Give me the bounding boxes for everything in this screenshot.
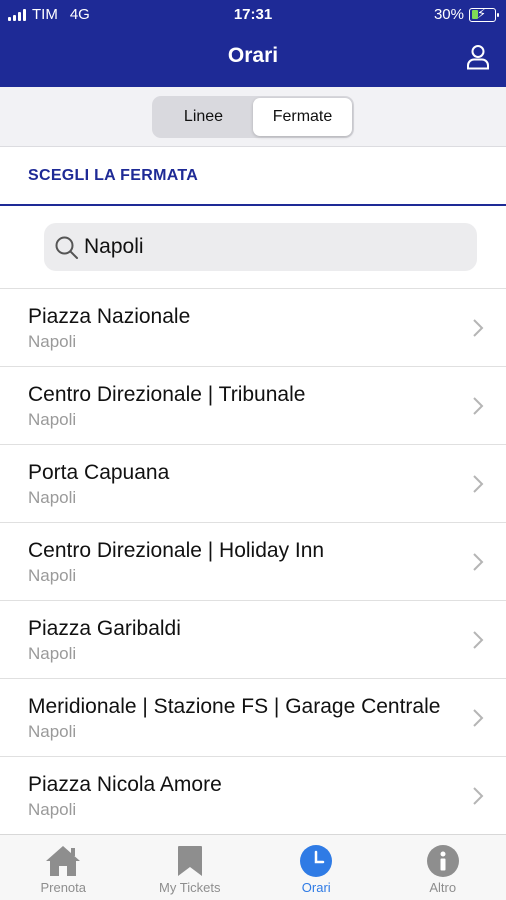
stop-name: Meridionale | Stazione FS | Garage Centr… xyxy=(28,695,441,718)
chevron-right-icon xyxy=(473,552,484,571)
segmented-control: Linee Fermate xyxy=(152,96,354,138)
search-input[interactable] xyxy=(84,232,464,262)
segment-linee[interactable]: Linee xyxy=(154,98,253,136)
stop-list-item[interactable]: Porta Capuana Napoli xyxy=(0,445,506,523)
charging-icon: ⚡ xyxy=(477,5,487,21)
chevron-right-icon xyxy=(473,630,484,649)
stop-list-item[interactable]: Centro Direzionale | Tribunale Napoli xyxy=(0,367,506,445)
clock-icon xyxy=(296,843,336,879)
search-bar[interactable] xyxy=(44,223,477,271)
battery-icon: ⚡ xyxy=(469,5,499,22)
stop-list-item[interactable]: Meridionale | Stazione FS | Garage Centr… xyxy=(0,679,506,757)
stop-list-item[interactable]: Centro Direzionale | Holiday Inn Napoli xyxy=(0,523,506,601)
stop-city: Napoli xyxy=(28,488,77,507)
bookmark-icon xyxy=(170,843,210,879)
tab-prenota[interactable]: Prenota xyxy=(0,835,127,900)
tab-my-tickets[interactable]: My Tickets xyxy=(127,835,254,900)
tab-orari[interactable]: Orari xyxy=(253,835,380,900)
stop-name: Centro Direzionale | Holiday Inn xyxy=(28,539,325,562)
status-bar: TIM 4G 17:31 30% ⚡ xyxy=(0,0,506,30)
chevron-right-icon xyxy=(473,318,484,337)
info-icon xyxy=(423,843,463,879)
chevron-right-icon xyxy=(473,396,484,415)
chevron-right-icon xyxy=(473,786,484,805)
stop-list: Piazza Nazionale Napoli Centro Direziona… xyxy=(0,288,506,834)
page-title: Orari xyxy=(227,44,279,67)
tab-bar: Prenota My Tickets Orari Altro xyxy=(0,834,506,900)
top-bar: TIM 4G 17:31 30% ⚡ Orari xyxy=(0,0,506,87)
stop-name: Centro Direzionale | Tribunale xyxy=(28,383,306,406)
stop-list-item[interactable]: Piazza Nicola Amore Napoli xyxy=(0,757,506,834)
stop-city: Napoli xyxy=(28,566,77,585)
home-icon xyxy=(43,843,83,879)
stop-city: Napoli xyxy=(28,410,77,429)
tab-label: My Tickets xyxy=(159,880,221,895)
segment-area: Linee Fermate xyxy=(0,87,506,147)
stop-city: Napoli xyxy=(28,332,77,351)
stop-name: Piazza Nicola Amore xyxy=(28,773,222,796)
person-icon[interactable] xyxy=(466,44,490,70)
tab-altro[interactable]: Altro xyxy=(380,835,506,900)
chevron-right-icon xyxy=(473,708,484,727)
chevron-right-icon xyxy=(473,474,484,493)
search-icon xyxy=(55,236,78,259)
stop-name: Piazza Nazionale xyxy=(28,305,191,328)
stop-name: Porta Capuana xyxy=(28,461,170,484)
battery-percent: 30% xyxy=(433,6,464,23)
tab-label: Altro xyxy=(429,880,457,895)
stop-city: Napoli xyxy=(28,722,77,741)
tab-label: Orari xyxy=(301,880,331,895)
status-time: 17:31 xyxy=(233,6,273,23)
stop-list-item[interactable]: Piazza Nazionale Napoli xyxy=(0,289,506,367)
tab-label: Prenota xyxy=(40,880,87,895)
stop-name: Piazza Garibaldi xyxy=(28,617,181,640)
stop-city: Napoli xyxy=(28,800,77,819)
section-header: SCEGLI LA FERMATA xyxy=(0,147,506,206)
stop-city: Napoli xyxy=(28,644,77,663)
section-title: SCEGLI LA FERMATA xyxy=(28,167,199,184)
stop-list-item[interactable]: Piazza Garibaldi Napoli xyxy=(0,601,506,679)
segment-fermate[interactable]: Fermate xyxy=(253,98,352,136)
